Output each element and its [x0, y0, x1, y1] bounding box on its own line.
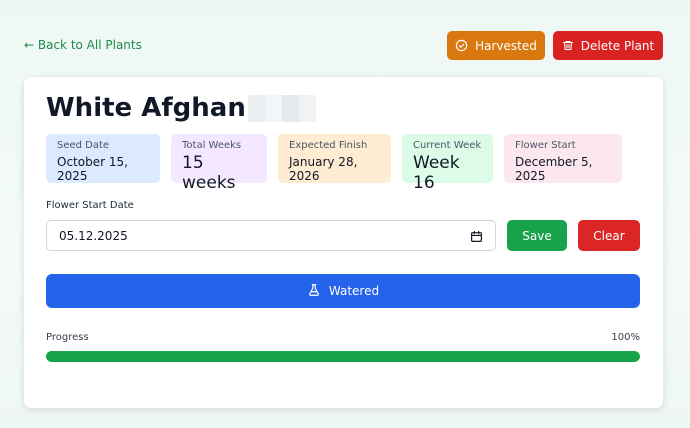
- stat-seed-date: Seed Date October 15, 2025: [46, 134, 160, 183]
- stat-value: Week 16: [413, 153, 460, 193]
- harvested-label: Harvested: [475, 38, 537, 53]
- calendar-icon[interactable]: [470, 230, 483, 246]
- harvested-button[interactable]: Harvested: [447, 31, 545, 60]
- flower-start-date-input[interactable]: 05.12.2025: [46, 220, 496, 251]
- flower-start-date-label: Flower Start Date: [46, 200, 134, 211]
- flask-icon: [307, 283, 321, 300]
- stat-total-weeks: Total Weeks 15 weeks: [171, 134, 267, 193]
- stat-label: Total Weeks: [182, 140, 242, 151]
- delete-plant-label: Delete Plant: [580, 38, 655, 53]
- watered-label: Watered: [328, 284, 380, 298]
- back-to-all-plants-link[interactable]: ← Back to All Plants: [24, 38, 142, 52]
- progress-label: Progress: [46, 332, 89, 343]
- redacted-text: [247, 94, 316, 122]
- progress-percent: 100%: [611, 332, 640, 343]
- watered-button[interactable]: Watered: [46, 274, 640, 308]
- plant-card: White Afghan Seed Date October 15, 2025 …: [24, 77, 663, 408]
- stat-label: Current Week: [413, 140, 482, 151]
- stat-expected-finish: Expected Finish January 28, 2026: [278, 134, 391, 183]
- flower-start-date-value: 05.12.2025: [59, 228, 128, 243]
- check-circle-icon: [455, 39, 468, 52]
- progress-bar: [46, 351, 640, 362]
- stat-value: January 28, 2026: [289, 155, 358, 183]
- trash-icon: [562, 39, 574, 52]
- stat-flower-start: Flower Start December 5, 2025: [504, 134, 622, 183]
- stat-current-week: Current Week Week 16: [402, 134, 493, 193]
- stat-label: Flower Start: [515, 140, 576, 151]
- stat-value: December 5, 2025: [515, 155, 593, 183]
- stat-value: October 15, 2025: [57, 155, 128, 183]
- save-button[interactable]: Save: [507, 220, 567, 251]
- plant-title: White Afghan: [46, 93, 316, 123]
- clear-button[interactable]: Clear: [578, 220, 640, 251]
- stat-value: 15 weeks: [182, 153, 236, 193]
- stat-label: Expected Finish: [289, 140, 368, 151]
- progress-bar-fill: [46, 351, 640, 362]
- delete-plant-button[interactable]: Delete Plant: [553, 31, 663, 60]
- plant-name: White Afghan: [46, 93, 246, 123]
- stat-label: Seed Date: [57, 140, 110, 151]
